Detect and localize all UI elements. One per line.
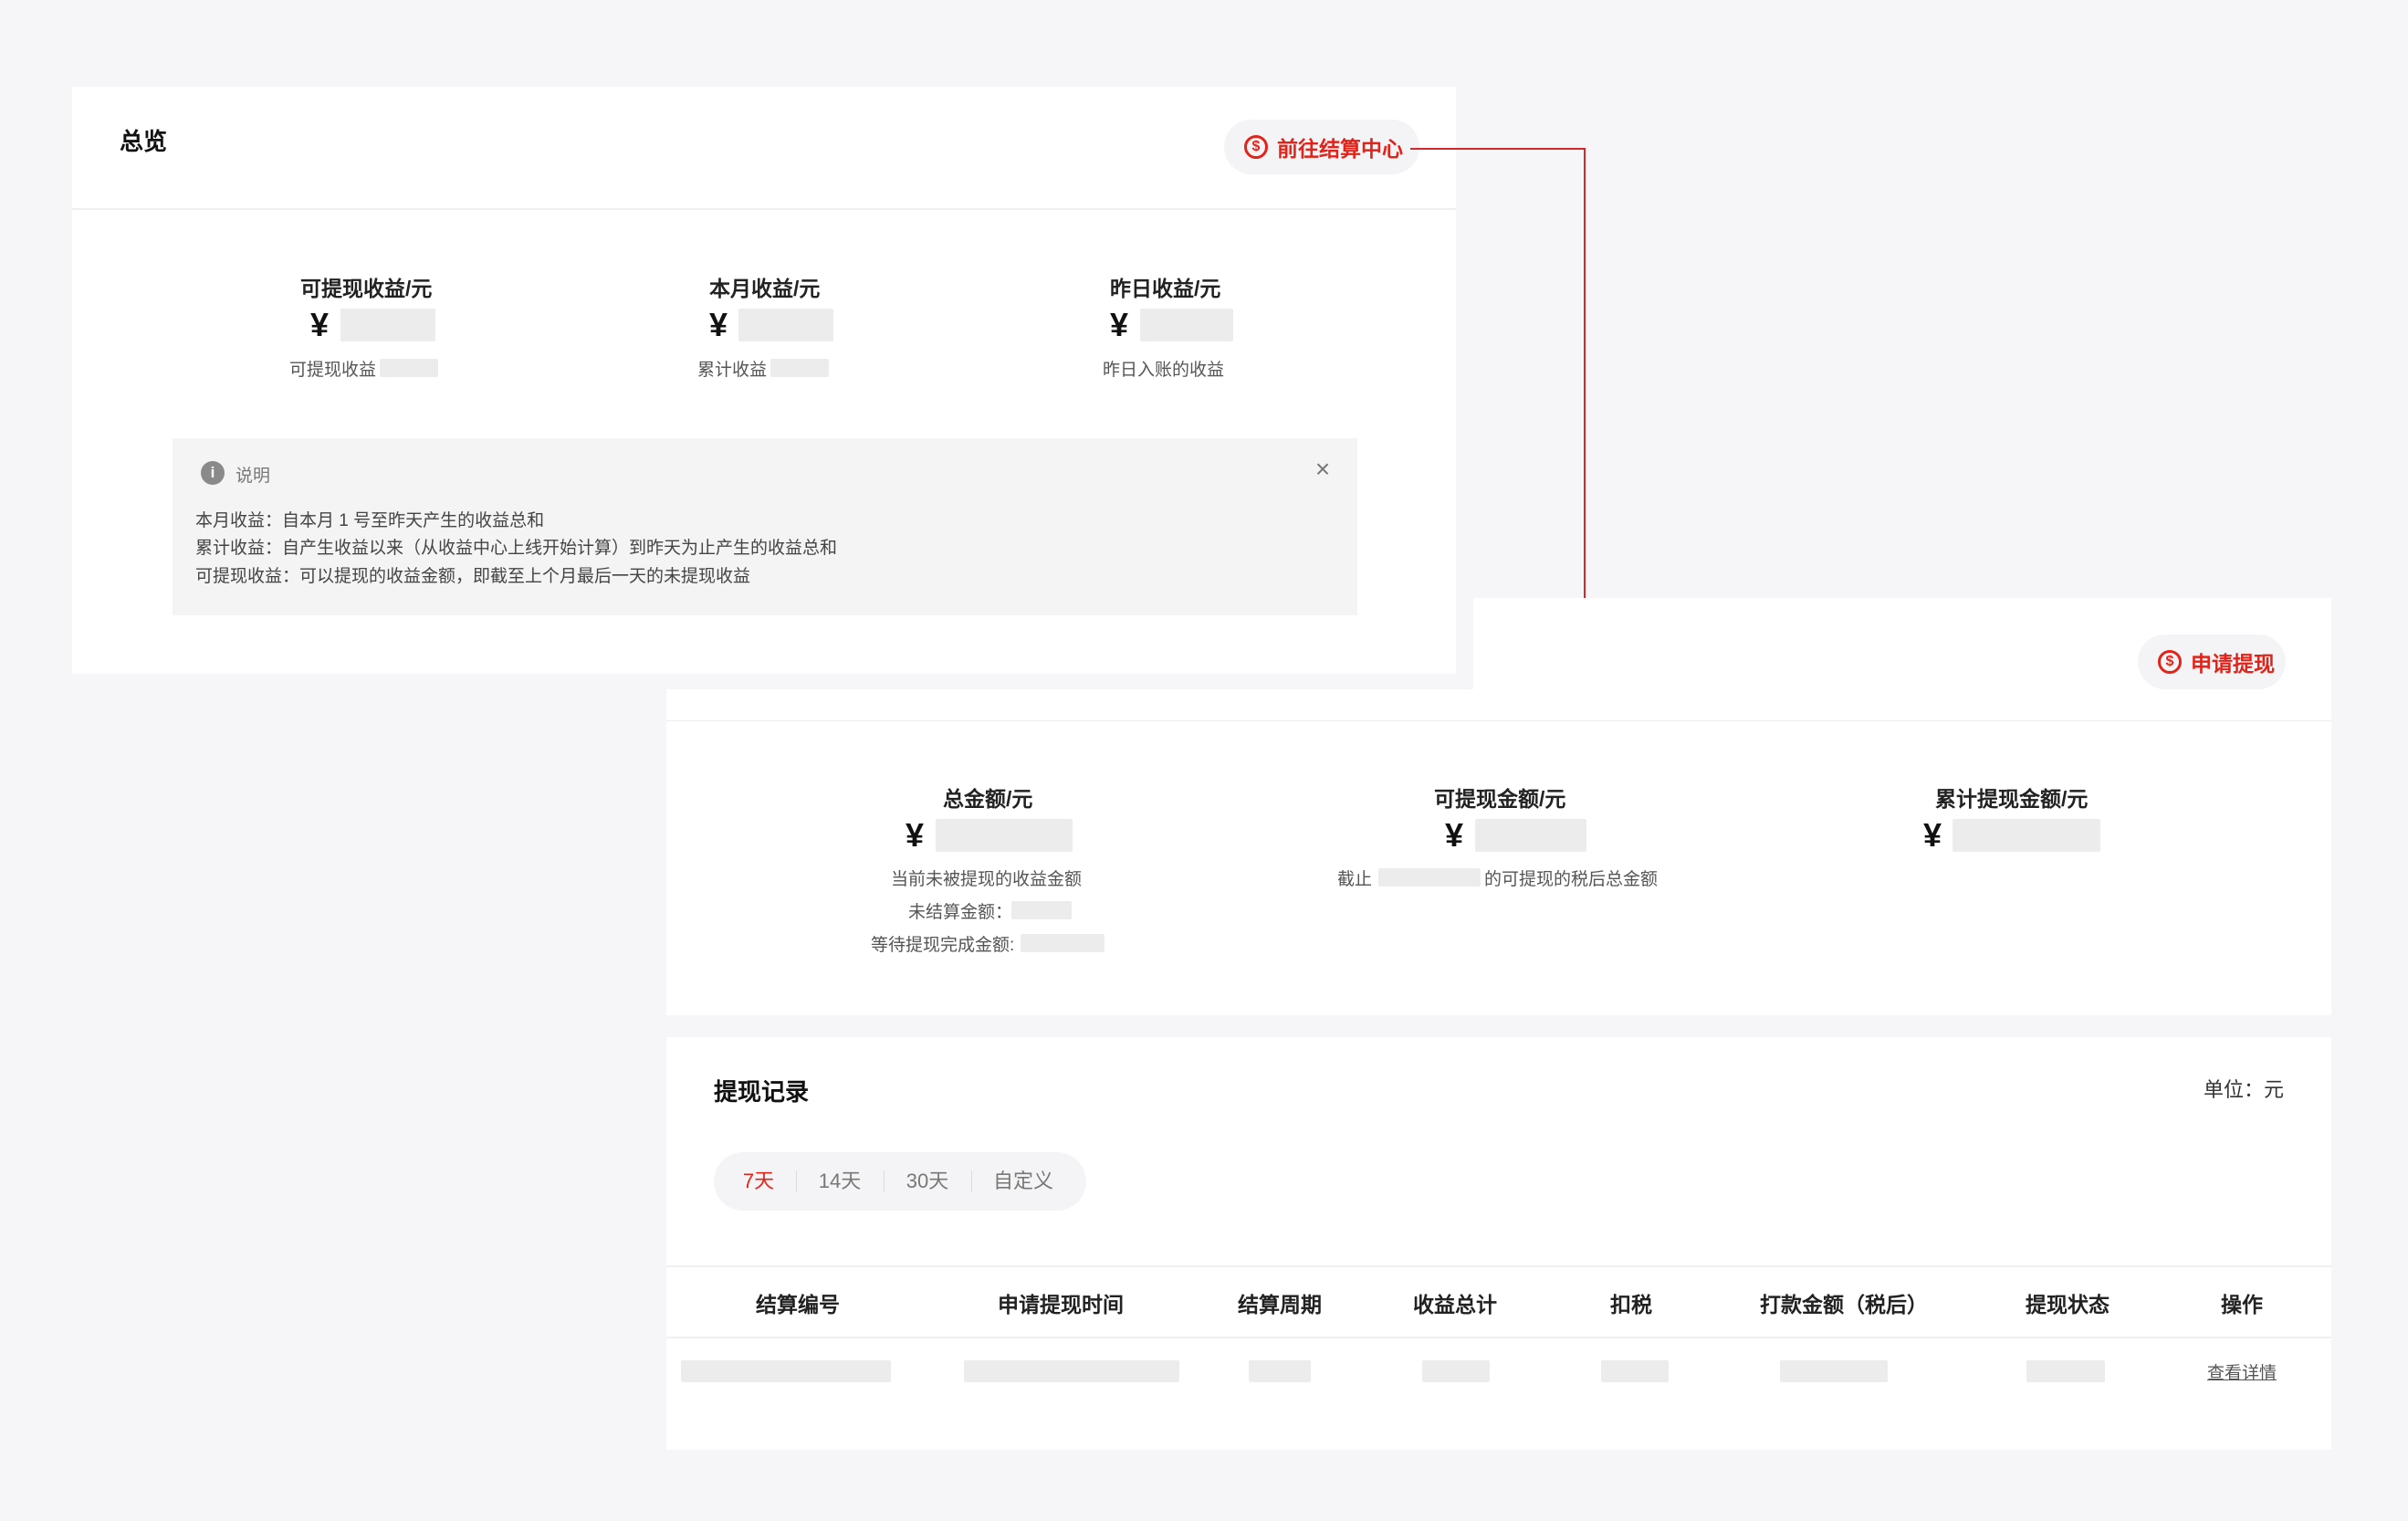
column-header-apply-time: 申请提现时间 — [998, 1293, 1124, 1316]
total-amount-sub: 当前未被提现的收益金额 — [891, 870, 1083, 889]
total-amount-value — [936, 819, 1073, 852]
close-icon[interactable]: × — [1310, 456, 1335, 482]
notice-line: 累计收益：自产生收益以来（从收益中心上线开始计算）到昨天为止产生的收益总和 — [195, 539, 838, 558]
settlement-id-cell — [681, 1360, 891, 1382]
total-income-cell — [1422, 1360, 1490, 1382]
apply-withdraw-button[interactable]: $ 申请提现 — [2138, 635, 2286, 689]
tab-custom[interactable]: 自定义 — [973, 1152, 1073, 1211]
withdrawable-amount-label: 可提现金额/元 — [1434, 787, 1566, 811]
notice-line: 可提现收益：可以提现的收益金额，即截至上个月最后一天的未提现收益 — [195, 567, 751, 586]
unsettled-amount-label: 未结算金额： — [908, 903, 1013, 922]
withdrawable-sub-suffix: 的可提现的税后总金额 — [1484, 870, 1659, 889]
notice-line: 本月收益：自本月 1 号至昨天产生的收益总和 — [195, 511, 545, 530]
records-title: 提现记录 — [714, 1078, 810, 1106]
withdrawable-income-sub: 可提现收益 — [289, 361, 377, 380]
total-amount-label: 总金额/元 — [943, 787, 1033, 811]
pending-withdraw-value — [1021, 934, 1105, 952]
connector-line — [1410, 148, 1586, 150]
yesterday-income-value — [1140, 309, 1233, 341]
column-header-settlement-id: 结算编号 — [756, 1293, 840, 1316]
month-income-sub-value — [770, 359, 829, 377]
dollar-circle-icon: $ — [1244, 135, 1268, 159]
withdrawable-income-currency: ¥ — [310, 306, 330, 343]
withdraw-header: $ 申请提现 — [1473, 598, 2331, 721]
cumulative-withdraw-currency: ¥ — [1923, 816, 1942, 854]
cumulative-withdraw-label: 累计提现金额/元 — [1935, 787, 2089, 811]
column-header-settlement-period: 结算周期 — [1238, 1293, 1322, 1316]
withdrawable-income-value — [340, 309, 435, 341]
total-amount-currency: ¥ — [906, 816, 925, 854]
withdrawable-sub-prefix: 截止 — [1337, 870, 1373, 889]
tab-30-days[interactable]: 30天 — [885, 1152, 969, 1211]
withdrawable-amount-value — [1475, 819, 1586, 852]
overview-title: 总览 — [120, 128, 168, 155]
table-top-border — [666, 1265, 2331, 1267]
settlement-center-label: 前往结算中心 — [1277, 137, 1403, 161]
yesterday-income-label: 昨日收益/元 — [1110, 277, 1221, 300]
withdrawable-income-sub-value — [380, 359, 438, 377]
explanation-notice: i 说明 × 本月收益：自本月 1 号至昨天产生的收益总和 累计收益：自产生收益… — [173, 438, 1357, 615]
withdraw-summary: 总金额/元 ¥ 当前未被提现的收益金额 未结算金额： 等待提现完成金额: 可提现… — [666, 721, 2331, 1015]
divider — [884, 1170, 885, 1192]
withdrawable-amount-currency: ¥ — [1445, 816, 1464, 854]
apply-time-cell — [964, 1360, 1179, 1382]
column-header-payout-after-tax: 打款金额（税后） — [1760, 1293, 1928, 1316]
tab-14-days[interactable]: 14天 — [798, 1152, 882, 1211]
month-income-label: 本月收益/元 — [709, 277, 821, 300]
tab-7-days[interactable]: 7天 — [723, 1152, 794, 1211]
payout-cell — [1780, 1360, 1888, 1382]
pending-withdraw-label: 等待提现完成金额: — [871, 936, 1015, 955]
unit-label: 单位：元 — [2203, 1078, 2284, 1101]
dollar-circle-icon: $ — [2158, 650, 2182, 674]
cumulative-withdraw-value — [1953, 819, 2100, 852]
date-range-tabs: 7天 14天 30天 自定义 — [714, 1152, 1086, 1211]
month-income-sub: 累计收益 — [697, 361, 768, 380]
table-header-border — [666, 1337, 2331, 1338]
notice-title: 说明 — [236, 467, 271, 486]
divider — [796, 1170, 797, 1192]
status-cell — [2026, 1360, 2105, 1382]
month-income-currency: ¥ — [709, 306, 728, 343]
tax-cell — [1601, 1360, 1669, 1382]
divider — [971, 1170, 972, 1192]
withdrawable-income-label: 可提现收益/元 — [300, 277, 433, 300]
settlement-period-cell — [1249, 1360, 1311, 1382]
view-details-link[interactable]: 查看详情 — [2207, 1359, 2277, 1384]
overview-card: 总览 $ 前往结算中心 可提现收益/元 ¥ 可提现收益 本月收益/元 ¥ 累计收… — [72, 87, 1456, 674]
overview-header: 总览 $ 前往结算中心 — [72, 87, 1456, 210]
withdrawable-date-value — [1378, 868, 1481, 886]
apply-withdraw-label: 申请提现 — [2191, 652, 2275, 676]
yesterday-income-sub: 昨日入账的收益 — [1103, 361, 1225, 380]
column-header-withdraw-status: 提现状态 — [2026, 1293, 2110, 1316]
column-header-action: 操作 — [2221, 1293, 2263, 1316]
unsettled-amount-value — [1011, 901, 1072, 919]
withdraw-records-card: 提现记录 单位：元 7天 14天 30天 自定义 结算编号 申请提现时间 结算周… — [666, 1037, 2331, 1450]
column-header-tax: 扣税 — [1610, 1293, 1652, 1316]
yesterday-income-currency: ¥ — [1110, 306, 1129, 343]
connector-line — [1584, 148, 1586, 598]
settlement-center-button[interactable]: $ 前往结算中心 — [1224, 120, 1419, 174]
info-icon: i — [201, 461, 225, 485]
column-header-total-income: 收益总计 — [1413, 1293, 1497, 1316]
month-income-value — [738, 309, 833, 341]
withdraw-header-extension — [666, 689, 1473, 721]
